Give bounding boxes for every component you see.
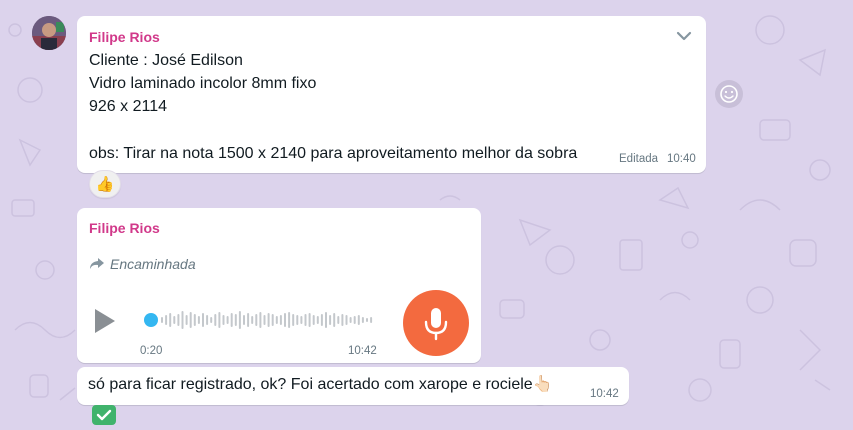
waveform-bar [234, 314, 237, 326]
play-icon[interactable] [90, 307, 118, 335]
waveform-bar [193, 314, 196, 326]
check-icon [96, 409, 112, 421]
waveform-bar [255, 314, 258, 326]
waveform-bar [165, 315, 168, 325]
waveform-bar [284, 313, 286, 327]
reaction-badge[interactable]: 👍 [89, 170, 121, 198]
message-bubble[interactable]: Filipe Rios Cliente : José Edilson Vidro… [77, 16, 706, 173]
waveform-bar [185, 315, 188, 325]
waveform-bar [275, 316, 278, 324]
waveform-bar [251, 316, 254, 324]
voice-waveform[interactable] [143, 305, 378, 335]
message-line: obs: Tirar na nota 1500 x 2140 para apro… [89, 145, 578, 162]
message-line: Cliente : José Edilson [89, 52, 243, 69]
waveform-bar [189, 312, 192, 328]
avatar[interactable] [32, 16, 66, 50]
avatar-image [32, 16, 66, 50]
emoji-react-button[interactable] [715, 80, 743, 108]
voice-duration: 0:20 [140, 345, 163, 357]
waveform-bar [349, 317, 352, 323]
message-time: 10:42 [590, 388, 619, 400]
forwarded-label: Encaminhada [110, 256, 196, 272]
waveform-bar [296, 315, 299, 325]
waveform-bar [230, 313, 233, 327]
waveform-bar [308, 313, 311, 327]
waveform-bar [292, 314, 295, 326]
waveform-bar [247, 313, 250, 327]
waveform-bar [226, 316, 229, 324]
waveform-bar [202, 313, 204, 327]
emoji-icon [720, 85, 738, 103]
waveform-bar [279, 315, 282, 325]
waveform-bar [341, 314, 344, 326]
waveform-bar [357, 315, 360, 325]
message-time: 10:40 [667, 153, 696, 165]
waveform-bar [214, 314, 217, 326]
progress-dot[interactable] [144, 313, 158, 327]
message-line: 926 x 2114 [89, 98, 167, 115]
microphone-icon [424, 308, 448, 341]
waveform-bar [173, 316, 176, 324]
waveform-bar [267, 313, 270, 327]
waveform-bar [333, 313, 336, 327]
waveform-bar [206, 315, 209, 325]
waveform-bar [337, 316, 340, 324]
waveform-bar [218, 312, 221, 328]
sender-name[interactable]: Filipe Rios [89, 29, 160, 45]
edited-label: Editada [619, 153, 659, 165]
waveform-bar [222, 315, 225, 325]
waveform-bar [312, 315, 315, 325]
waveform-bar [325, 312, 327, 328]
waveform-bar [259, 312, 262, 328]
waveform-bar [288, 312, 291, 328]
forward-arrow-icon [90, 258, 104, 269]
message-time: 10:42 [348, 345, 377, 357]
waveform-bar [345, 315, 348, 325]
waveform-bar [238, 311, 241, 329]
waveform-bar [177, 314, 180, 326]
waveform-bar [316, 316, 319, 324]
waveform-bar [161, 317, 163, 323]
waveform-bar [263, 315, 266, 325]
waveform-bar [197, 316, 200, 324]
waveform-bar [181, 311, 184, 329]
message-bubble[interactable]: só para ficar registrado, ok? Foi acerta… [77, 367, 629, 405]
message-text: só para ficar registrado, ok? Foi acerta… [88, 376, 553, 393]
waveform-bar [243, 315, 245, 325]
waveform-bar [300, 316, 303, 324]
reaction-badge[interactable] [92, 405, 116, 425]
waveform-bar [370, 317, 373, 323]
waveform-bar [271, 314, 274, 326]
waveform-bar [353, 316, 356, 324]
waveform-bar [210, 317, 213, 323]
waveform-bar [366, 318, 368, 322]
waveform-bar [361, 317, 364, 323]
microphone-button[interactable] [403, 290, 469, 356]
message-line: Vidro laminado incolor 8mm fixo [89, 75, 317, 92]
chevron-down-icon[interactable] [674, 26, 694, 46]
sender-name[interactable]: Filipe Rios [89, 220, 160, 236]
waveform-bar [329, 315, 332, 325]
waveform-bar [169, 313, 172, 327]
waveform-bar [304, 314, 307, 326]
waveform-bar [320, 314, 323, 326]
